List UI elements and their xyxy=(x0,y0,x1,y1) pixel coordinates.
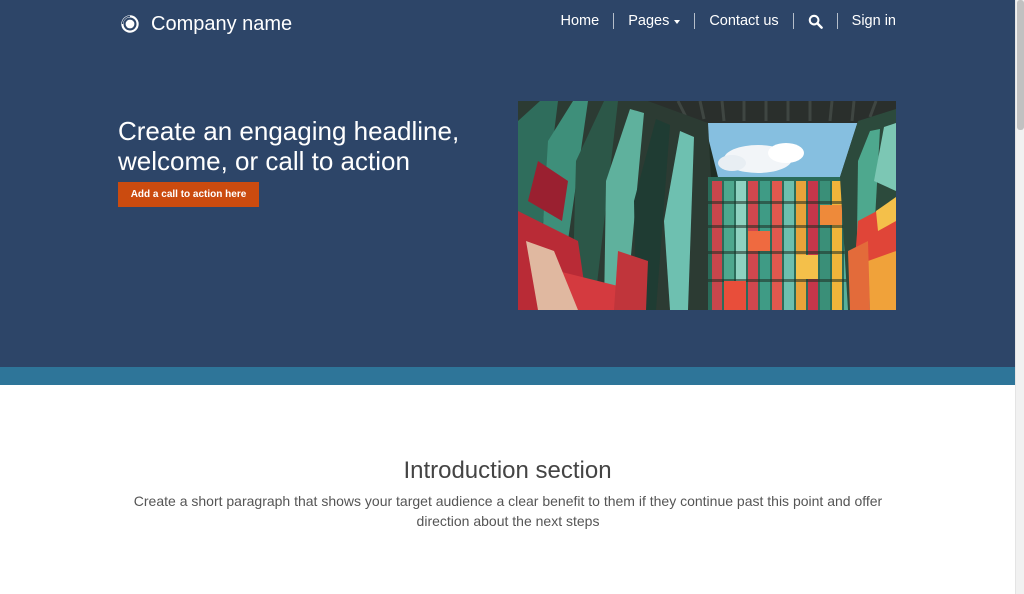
page-scrollbar[interactable] xyxy=(1015,0,1024,594)
search-button[interactable] xyxy=(808,14,823,29)
nav-pages-label: Pages xyxy=(628,13,670,29)
colorful-building-image xyxy=(518,101,896,310)
caret-down-icon xyxy=(674,19,681,24)
sign-in-link[interactable]: Sign in xyxy=(852,11,896,31)
scrollbar-thumb[interactable] xyxy=(1017,0,1024,130)
nav-divider xyxy=(613,13,615,29)
brand[interactable]: Company name xyxy=(120,12,292,36)
nav-home-link[interactable]: Home xyxy=(561,11,600,31)
main-nav: Home Pages Contact us Sign in xyxy=(561,11,896,31)
search-icon xyxy=(808,14,823,29)
call-to-action-button[interactable]: Add a call to action here xyxy=(118,182,259,207)
hero-section: Create an engaging headline, welcome, or… xyxy=(0,48,1015,367)
brand-name: Company name xyxy=(151,13,293,35)
nav-contact-link[interactable]: Contact us xyxy=(709,11,778,31)
intro-text: Create a short paragraph that shows your… xyxy=(133,493,883,529)
site-header: Company name Home Pages Contact us Sign … xyxy=(0,0,1015,48)
ring-logo-icon xyxy=(120,14,140,34)
nav-pages-dropdown[interactable]: Pages xyxy=(628,11,681,31)
intro-title: Introduction section xyxy=(403,457,612,484)
accent-stripe xyxy=(0,367,1015,385)
nav-divider xyxy=(792,13,794,29)
nav-divider xyxy=(836,13,838,29)
nav-divider xyxy=(694,13,696,29)
hero-headline: Create an engaging headline, welcome, or… xyxy=(118,116,460,176)
